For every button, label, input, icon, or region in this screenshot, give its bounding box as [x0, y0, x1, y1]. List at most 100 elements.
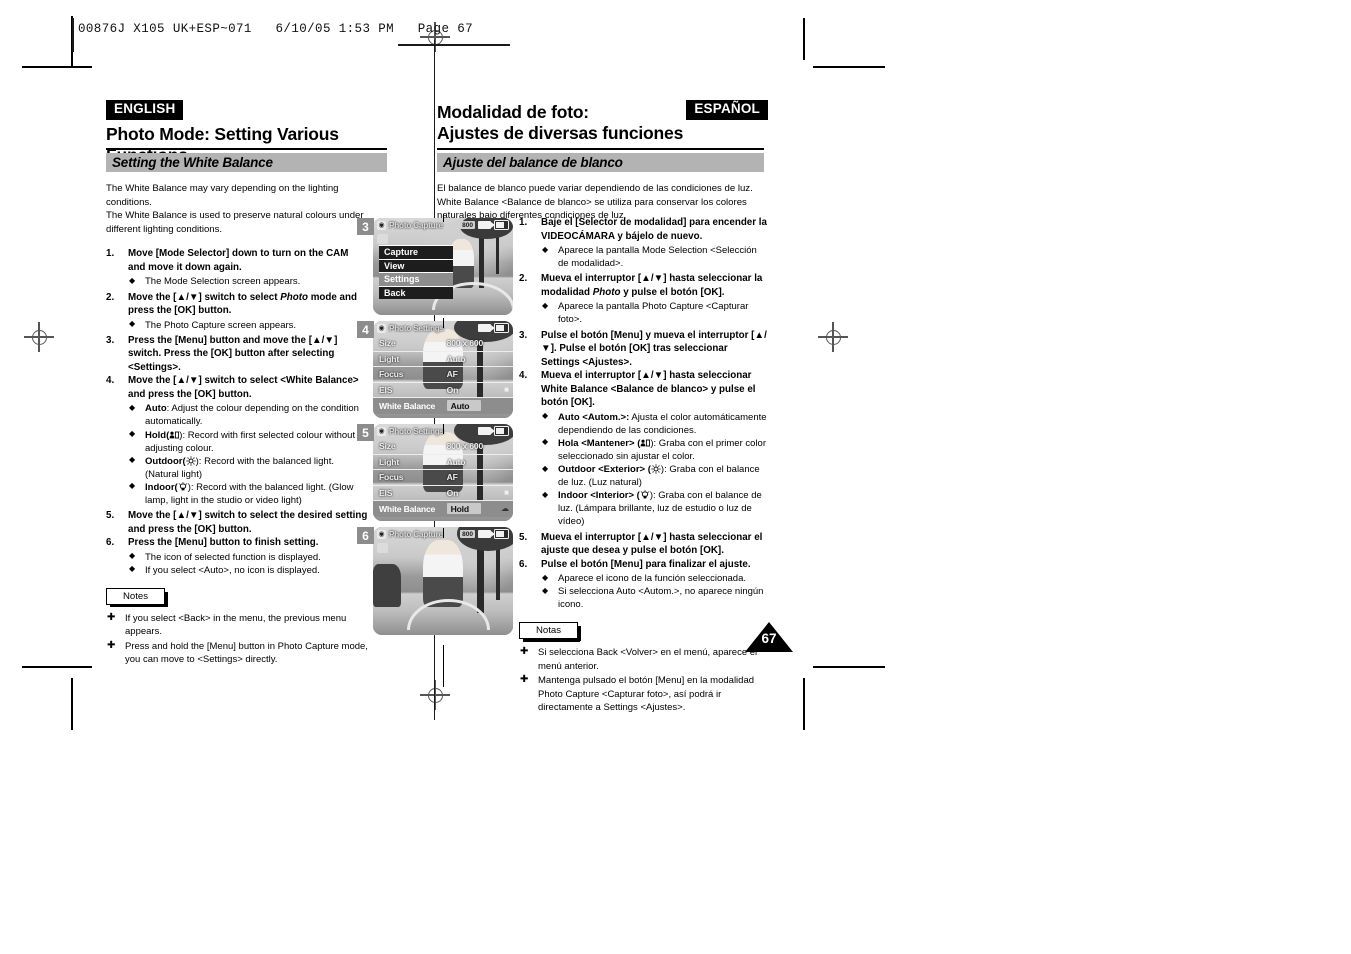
hold-icon [640, 438, 651, 447]
step-number: 4. [519, 370, 528, 382]
step-number: 3. [519, 329, 528, 341]
setting-label: Light [379, 353, 399, 364]
lcd-screen: ◉ Photo Settings Size 800 x 600 Light Auto… [373, 424, 513, 521]
eis-icon: ■ [504, 488, 509, 498]
camera-mode-icon: ◉ [377, 529, 386, 539]
record-media-icon [478, 221, 495, 229]
step-item: 3. Press the [Menu] button and move the … [106, 334, 368, 375]
step-item: 1. Baje el [Selector de modalidad] para … [519, 216, 767, 270]
osd-screen-title: Photo Settings [389, 323, 444, 333]
screenshot-step-number: 4 [357, 321, 374, 338]
record-media-icon [478, 427, 495, 435]
sun-icon [651, 464, 661, 474]
setting-value: Auto [446, 456, 466, 467]
leader-line [443, 424, 445, 434]
bullet-lead: Outdoor( [145, 455, 186, 467]
setting-value: Hold [446, 503, 481, 515]
setting-row-white-balance[interactable]: White Balance Auto [373, 398, 513, 414]
step-item: 6. Pulse el botón [Menu] para finalizar … [519, 558, 767, 612]
intro-line-1: El balance de blanco puede variar depend… [437, 183, 753, 194]
crop-mark-top-left-h [22, 66, 92, 69]
language-tag-english: ENGLISH [106, 100, 184, 120]
registration-mark-right [818, 322, 848, 352]
subject-figure [423, 539, 463, 607]
setting-value: Auto [446, 400, 482, 412]
crop-mark-top-right-v [803, 18, 806, 60]
bullet-lead: Outdoor <Exterior> ( [558, 464, 651, 476]
setting-value: AF [446, 472, 458, 483]
settings-list: Size 800 x 600 Light Auto Focus AF EIS On ■ W… [373, 439, 513, 517]
notes-label-spanish: Notas [519, 622, 581, 642]
setting-row-white-balance[interactable]: White Balance Hold ☁ [373, 501, 513, 517]
step-number: 6. [106, 537, 115, 549]
steps-list-spanish: 1. Baje el [Selector de modalidad] para … [519, 216, 767, 611]
menu-item-back[interactable]: Back [379, 285, 453, 299]
menu-item-capture[interactable]: Capture [379, 245, 453, 259]
bullet-item: Indoor <Interior> (): Graba con el balan… [541, 489, 767, 528]
setting-label: White Balance [379, 400, 436, 411]
bullet-item: Outdoor(): Record with the balanced ligh… [128, 454, 368, 481]
step-item: 1. Move [Mode Selector] down to turn on … [106, 247, 368, 288]
setting-label: White Balance [379, 503, 436, 514]
leader-line [443, 645, 445, 687]
step-text: Press the [Menu] button and move the [▲/… [128, 334, 338, 373]
bullet-item: Aparece la pantalla Mode Selection <Sele… [541, 244, 767, 270]
step-text: Mueva el interruptor [▲/▼] hasta selecci… [541, 531, 763, 557]
bullet-item: Outdoor <Exterior> (): Graba con el bala… [541, 463, 767, 489]
menu-item-view[interactable]: View [379, 258, 453, 272]
setting-value: AF [446, 369, 458, 380]
intro-line-2: The White Balance is used to preserve na… [106, 210, 364, 235]
slug-left-rule [72, 18, 74, 52]
battery-icon [494, 425, 509, 437]
step-number: 2. [519, 273, 528, 285]
steps-list-english: 1. Move [Mode Selector] down to turn on … [106, 247, 368, 577]
step-text-part-b: y pulse el botón [OK]. [620, 286, 725, 298]
setting-row-focus[interactable]: Focus AF [373, 367, 513, 383]
camera-mode-icon: ◉ [377, 426, 386, 436]
step-text: Pulse el botón [Menu] para finalizar el … [541, 558, 751, 570]
setting-row-light[interactable]: Light Auto [373, 352, 513, 367]
setting-row-size[interactable]: Size 800 x 600 [373, 336, 513, 352]
step-number: 3. [106, 334, 115, 346]
spanish-body: 1. Baje el [Selector de modalidad] para … [519, 216, 767, 716]
bullet-item: The Photo Capture screen appears. [128, 318, 368, 332]
record-media-icon [478, 530, 495, 538]
setting-row-focus[interactable]: Focus AF [373, 470, 513, 486]
camera-mode-icon: ◉ [377, 220, 386, 230]
language-tag-spanish: ESPAÑOL [686, 100, 768, 120]
step-item: 6. Press the [Menu] button to finish set… [106, 536, 368, 577]
step-item: 5. Mueva el interruptor [▲/▼] hasta sele… [519, 531, 767, 558]
bullet-item: Aparece la pantalla Photo Capture <Captu… [541, 300, 767, 326]
step-bullets: Aparece la pantalla Photo Capture <Captu… [541, 300, 767, 326]
bullet-item: The icon of selected function is display… [128, 550, 368, 564]
slug-right-rule [452, 44, 510, 46]
screenshot-4: 4 ◉ Photo Settings Size 800 x 600 Light Au… [357, 321, 517, 418]
setting-row-size[interactable]: Size 800 x 600 [373, 439, 513, 455]
bullet-item: Aparece el icono de la función seleccion… [541, 572, 767, 585]
screenshot-step-number: 3 [357, 218, 374, 235]
setting-label: Size [379, 441, 396, 452]
screenshot-6: 6 ◉ Photo Capture 800 [357, 527, 517, 635]
english-section-header: Setting the White Balance [106, 153, 387, 172]
notes-list-english: If you select <Back> in the menu, the pr… [106, 611, 368, 667]
bullet-item: Auto: Adjust the colour depending on the… [128, 402, 368, 428]
bullet-lead: Auto [145, 403, 167, 415]
step-number: 2. [106, 291, 115, 303]
step-number: 1. [519, 217, 528, 228]
setting-row-light[interactable]: Light Auto [373, 455, 513, 470]
setting-row-eis[interactable]: EIS On ■ [373, 383, 513, 398]
step-text-part-a: Move the [▲/▼] switch to select [128, 291, 281, 303]
lcd-screen: ◉ Photo Settings Size 800 x 600 Light Auto… [373, 321, 513, 418]
step-text: Baje el [Selector de modalidad] para enc… [541, 217, 767, 242]
battery-icon [494, 219, 509, 231]
step-text: Move the [▲/▼] switch to select the desi… [128, 510, 368, 535]
step-item: 2. Move the [▲/▼] switch to select Photo… [106, 291, 368, 332]
eis-icon: ■ [504, 385, 509, 395]
photo-mode-icon [377, 234, 388, 244]
bullet-item: If you select <Auto>, no icon is display… [128, 563, 368, 577]
camera-mode-icon: ◉ [377, 323, 386, 333]
setting-row-eis[interactable]: EIS On ■ [373, 486, 513, 501]
bullet-item: Si selecciona Auto <Autom.>, no aparece … [541, 585, 767, 611]
menu-item-settings[interactable]: Settings [379, 272, 453, 286]
spanish-section-header: Ajuste del balance de blanco [437, 153, 764, 172]
